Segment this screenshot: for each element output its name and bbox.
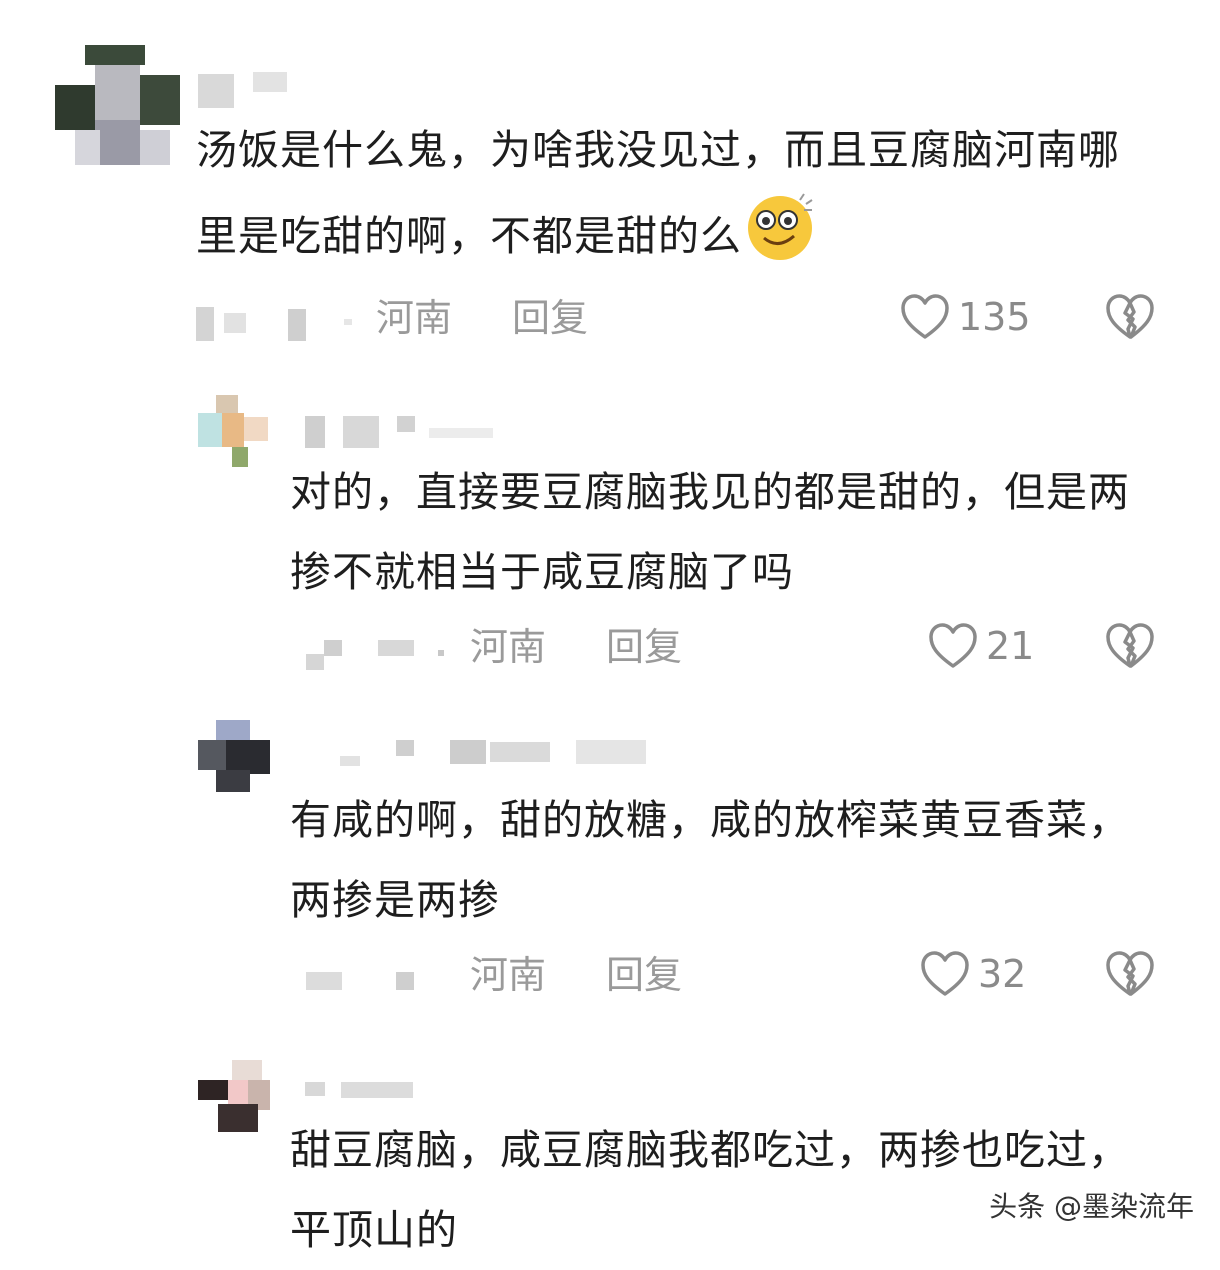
watermark: 头条 @墨染流年	[989, 1190, 1194, 1223]
comment-meta: 河南 回复 32	[290, 950, 1176, 1000]
comment-3: 有咸的啊，甜的放糖，咸的放榨菜黄豆香菜，两掺是两掺 河南 回复 32	[0, 710, 1220, 1030]
comment-text: 汤饭是什么鬼，为啥我没见过，而且豆腐脑河南哪里是吃甜的啊，不都是甜的么	[196, 110, 1146, 276]
comment-text: 有咸的啊，甜的放糖，咸的放榨菜黄豆香菜，两掺是两掺	[290, 796, 1130, 924]
avatar[interactable]	[198, 395, 270, 467]
smiling-face-emoji	[748, 193, 813, 260]
avatar[interactable]	[55, 45, 180, 165]
like-count: 21	[986, 624, 1035, 668]
like-button[interactable]: 21	[928, 620, 1034, 672]
broken-heart-icon[interactable]	[1104, 948, 1156, 1000]
comment-1: 汤饭是什么鬼，为啥我没见过，而且豆腐脑河南哪里是吃甜的啊，不都是甜的么 河南 回…	[0, 0, 1220, 360]
comment-meta: 河南 回复 135	[196, 293, 1176, 343]
time-blurred	[196, 299, 356, 341]
username-blurred[interactable]	[305, 412, 505, 448]
like-count: 32	[978, 952, 1027, 996]
like-button[interactable]: 135	[900, 291, 1031, 343]
comment-2: 对的，直接要豆腐脑我见的都是甜的，但是两掺不就相当于咸豆腐脑了吗 河南 回复 2…	[0, 380, 1220, 700]
heart-outline-icon	[901, 294, 949, 339]
location-label: 河南	[470, 953, 547, 997]
broken-heart-icon[interactable]	[1104, 291, 1156, 343]
avatar[interactable]	[198, 720, 270, 792]
avatar[interactable]	[198, 1060, 270, 1132]
heart-outline-icon	[921, 951, 969, 996]
location-label: 河南	[376, 296, 453, 340]
like-count: 135	[958, 295, 1031, 339]
broken-heart-icon[interactable]	[1104, 620, 1156, 672]
comment-meta: 河南 回复 21	[290, 622, 1176, 672]
heart-outline-icon	[929, 623, 977, 668]
time-blurred	[290, 628, 460, 670]
time-blurred	[290, 956, 460, 998]
comment-text: 对的，直接要豆腐脑我见的都是甜的，但是两掺不就相当于咸豆腐脑了吗	[290, 468, 1130, 596]
username-blurred[interactable]	[305, 1078, 425, 1114]
location-label: 河南	[470, 625, 547, 669]
like-button[interactable]: 32	[920, 948, 1026, 1000]
username-blurred[interactable]	[198, 72, 293, 108]
reply-button[interactable]: 回复	[606, 950, 682, 1000]
username-blurred[interactable]	[340, 736, 660, 772]
reply-button[interactable]: 回复	[512, 293, 588, 343]
reply-button[interactable]: 回复	[606, 622, 682, 672]
